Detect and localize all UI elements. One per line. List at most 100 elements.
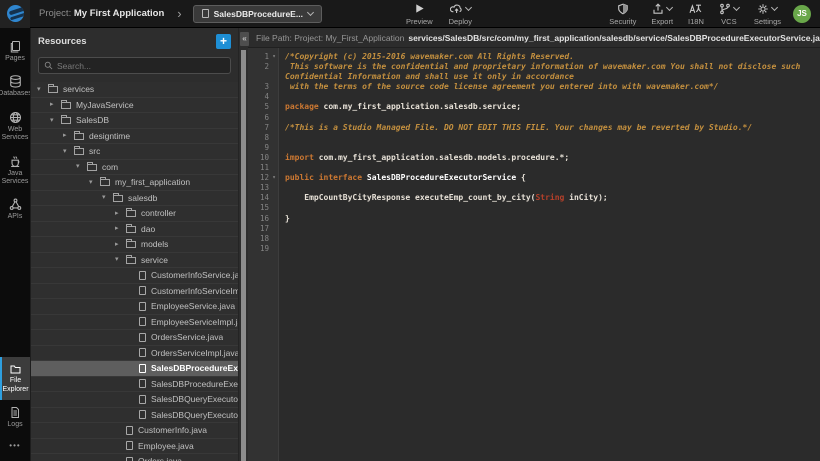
caret-down-icon[interactable]: ▾ [102, 194, 113, 201]
tree-item-employeeserviceimpl-java[interactable]: EmployeeServiceImpl.java [31, 315, 238, 331]
code-line-13[interactable]: 13 [248, 183, 820, 193]
code-line-3[interactable]: 3 with the terms of the source code lice… [248, 82, 820, 92]
code-line-19[interactable]: 19 [248, 244, 820, 254]
tree-item-services[interactable]: ▾ services [31, 82, 238, 98]
code-line-7[interactable]: 7/*This is a Studio Managed File. DO NOT… [248, 123, 820, 133]
code-line-10[interactable]: 10import com.my_first_application.salesd… [248, 153, 820, 163]
caret-right-icon[interactable]: ▸ [63, 132, 74, 139]
open-file-dropdown[interactable]: SalesDBProcedureE... [193, 5, 322, 23]
code-editor[interactable]: 1▾/*Copyright (c) 2015-2016 wavemaker.co… [248, 48, 820, 461]
code-line-1[interactable]: 1▾/*Copyright (c) 2015-2016 wavemaker.co… [248, 52, 820, 62]
vcs-button[interactable]: VCS [719, 2, 739, 26]
caret-down-icon[interactable]: ▾ [89, 179, 100, 186]
sidebar-item-databases[interactable]: Databases [0, 69, 30, 104]
tree-item-ordersserviceimpl-java[interactable]: OrdersServiceImpl.java [31, 346, 238, 362]
caret-right-icon[interactable]: ▸ [115, 210, 126, 217]
code-line-15[interactable]: 15 [248, 203, 820, 213]
fold-gutter [269, 123, 279, 133]
deploy-button[interactable]: Deploy [449, 2, 472, 26]
tree-item-employeeservice-java[interactable]: EmployeeService.java [31, 299, 238, 315]
file-icon [139, 317, 146, 326]
search-input[interactable] [57, 61, 225, 71]
i18n-button[interactable]: I18N [688, 2, 704, 26]
tree-item-customerinfo-java[interactable]: CustomerInfo.java [31, 423, 238, 439]
tree-item-orders-java[interactable]: Orders.java [31, 454, 238, 461]
more-icon: ••• [9, 441, 20, 451]
splitter-handle[interactable] [241, 50, 246, 461]
sidebar-item-web-services[interactable]: Web Services [0, 105, 30, 149]
line-number: 11 [248, 163, 269, 173]
wavemaker-logo[interactable] [0, 0, 30, 28]
tree-item-ordersservice-java[interactable]: OrdersService.java [31, 330, 238, 346]
fold-icon[interactable]: ▾ [269, 173, 279, 183]
sidebar-item-pages[interactable]: Pages [0, 34, 30, 69]
file-icon [202, 9, 209, 18]
add-resource-button[interactable]: + [216, 34, 231, 49]
tree-item-com[interactable]: ▾com [31, 160, 238, 176]
panel-splitter[interactable]: « [238, 28, 248, 461]
caret-right-icon[interactable]: ▸ [115, 241, 126, 248]
code-line-6[interactable]: 6 [248, 113, 820, 123]
fold-gutter [269, 234, 279, 244]
tree-item-salesdbprocedureexecutorservice-java[interactable]: SalesDBProcedureExecutorService.java [31, 361, 238, 377]
tree-item-designtime[interactable]: ▸designtime [31, 129, 238, 145]
code-line-5[interactable]: 5package com.my_first_application.salesd… [248, 102, 820, 112]
code-line-8[interactable]: 8 [248, 133, 820, 143]
caret-down-icon[interactable]: ▾ [63, 148, 74, 155]
tree-item-controller[interactable]: ▸controller [31, 206, 238, 222]
tree-item-my-first-application[interactable]: ▾my_first_application [31, 175, 238, 191]
tree-item-employee-java[interactable]: Employee.java [31, 439, 238, 455]
tree-item-customerinfoserviceimpl-java[interactable]: CustomerInfoServiceImpl.java [31, 284, 238, 300]
file-icon [126, 441, 133, 450]
code-line-12[interactable]: 12▾public interface SalesDBProcedureExec… [248, 173, 820, 183]
fold-icon[interactable]: ▾ [269, 52, 279, 62]
tree-item-salesdb[interactable]: ▾salesdb [31, 191, 238, 207]
resource-search[interactable] [38, 57, 231, 74]
sidebar-item-file-explorer[interactable]: File Explorer [0, 357, 30, 400]
settings-button[interactable]: Settings [754, 2, 781, 26]
collapse-panel-button[interactable]: « [240, 32, 249, 46]
user-avatar[interactable]: JS [793, 5, 811, 23]
caret-down-icon[interactable]: ▾ [50, 117, 61, 124]
tree-item-models[interactable]: ▸models [31, 237, 238, 253]
api-nodes-icon [9, 198, 22, 211]
code-line-17[interactable]: 17 [248, 224, 820, 234]
caret-right-icon[interactable]: ▸ [50, 101, 61, 108]
tree-item-customerinfoservice-java[interactable]: CustomerInfoService.java [31, 268, 238, 284]
tree-item-label: service [141, 255, 168, 265]
preview-button[interactable]: Preview [406, 2, 433, 26]
tree-item-service[interactable]: ▾ service [31, 253, 238, 269]
sidebar-item-apis[interactable]: APIs [0, 192, 30, 227]
security-button[interactable]: Security [609, 2, 636, 26]
code-line-11[interactable]: 11 [248, 163, 820, 173]
caret-down-icon[interactable]: ▾ [115, 256, 126, 263]
fold-gutter [269, 62, 279, 82]
code-line-2[interactable]: 2 This software is the confidential and … [248, 62, 820, 82]
tree-item-src[interactable]: ▾src [31, 144, 238, 160]
tree-item-salesdbqueryexecutorserviceimpl-java[interactable]: SalesDBQueryExecutorServiceImpl.java [31, 408, 238, 424]
tree-item-dao[interactable]: ▸dao [31, 222, 238, 238]
tree-item-salesdbqueryexecutorservice-java[interactable]: SalesDBQueryExecutorService.java [31, 392, 238, 408]
tree-item-salesdbprocedureexecutorserviceimpl-java[interactable]: SalesDBProcedureExecutorServiceImpl.java [31, 377, 238, 393]
tree-item-myjavaservice[interactable]: ▸MyJavaService [31, 98, 238, 114]
tree-item-label: Employee.java [138, 441, 194, 451]
code-line-9[interactable]: 9 [248, 143, 820, 153]
sidebar-item-java-services[interactable]: Java Services [0, 149, 30, 193]
tree-item-label: services [63, 84, 94, 94]
tree-item-salesdb[interactable]: ▾SalesDB [31, 113, 238, 129]
tree-item-label: CustomerInfoService.java [151, 270, 238, 280]
caret-right-icon[interactable]: ▸ [115, 225, 126, 232]
code-line-14[interactable]: 14 EmpCountByCityResponse executeEmp_cou… [248, 193, 820, 203]
code-line-4[interactable]: 4 [248, 92, 820, 102]
sidebar-item-more[interactable]: ••• [0, 435, 30, 457]
folder-icon [74, 148, 84, 155]
caret-down-icon[interactable]: ▾ [76, 163, 87, 170]
export-button[interactable]: Export [651, 2, 673, 26]
code-line-16[interactable]: 16} [248, 214, 820, 224]
code-line-18[interactable]: 18 [248, 234, 820, 244]
tree-item-label: SalesDBQueryExecutorServiceImpl.java [151, 410, 238, 420]
caret-down-icon[interactable]: ▾ [37, 86, 48, 93]
sidebar-item-logs[interactable]: Logs [0, 400, 30, 435]
fold-gutter [269, 92, 279, 102]
line-number: 15 [248, 203, 269, 213]
